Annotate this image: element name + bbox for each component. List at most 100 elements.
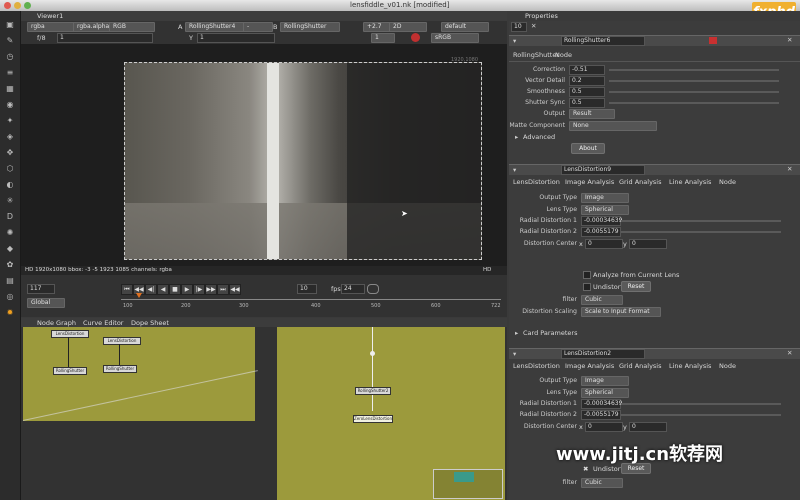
node-graph-minimap[interactable] bbox=[433, 469, 503, 499]
merge-tool-icon[interactable]: ◈ bbox=[4, 131, 16, 142]
close-panel-icon[interactable]: ✕ bbox=[787, 36, 792, 44]
channels-dropdown[interactable]: rgba bbox=[27, 22, 75, 32]
lock-icon[interactable]: ✕ bbox=[531, 22, 536, 30]
viewer-tab[interactable]: Viewer1 bbox=[37, 12, 63, 20]
tab-node-graph[interactable]: Node Graph bbox=[37, 319, 76, 327]
tab-lensdistortion[interactable]: LensDistortion bbox=[513, 362, 560, 370]
tab-lensdistortion[interactable]: LensDistortion bbox=[513, 178, 560, 186]
correction-field[interactable]: -0.51 bbox=[569, 65, 605, 75]
shutter-sync-field[interactable]: 0.5 bbox=[569, 98, 605, 108]
radial-distortion-1-slider[interactable] bbox=[621, 220, 781, 222]
views-tool-icon[interactable]: ◐ bbox=[4, 179, 16, 190]
fps-field[interactable]: 24 bbox=[341, 284, 365, 294]
particles-tool-icon[interactable]: ✺ bbox=[4, 227, 16, 238]
other-tool-icon[interactable]: ✿ bbox=[4, 259, 16, 270]
node-graph-area-right[interactable]: RollingShutter2 ZeroLensDistortion bbox=[277, 327, 505, 500]
tab-curve-editor[interactable]: Curve Editor bbox=[83, 319, 123, 327]
advanced-label[interactable]: Advanced bbox=[523, 133, 555, 141]
radial-distortion-1-field[interactable]: -0.00034639 bbox=[581, 399, 622, 409]
radial-distortion-1-slider[interactable] bbox=[621, 403, 781, 405]
filter-tool-icon[interactable]: ◉ bbox=[4, 99, 16, 110]
lensdistortion2-header[interactable]: ▾ LensDistortion2 ✕ bbox=[509, 348, 800, 359]
close-window-button[interactable] bbox=[4, 2, 11, 9]
furnace-tool-icon[interactable]: ▤ bbox=[4, 275, 16, 286]
timeline-ruler[interactable]: Global 100 200 300 400 500 600 722 bbox=[21, 293, 507, 309]
tab-grid-analysis[interactable]: Grid Analysis bbox=[619, 178, 662, 186]
matte-component-dropdown[interactable]: None bbox=[569, 121, 657, 131]
3d-tool-icon[interactable]: ⬡ bbox=[4, 163, 16, 174]
tab-node[interactable]: Node bbox=[719, 178, 736, 186]
proxy-dropdown[interactable]: 1 bbox=[371, 33, 395, 43]
node-graph-area-left[interactable]: LensDistortion LensDistortion RollingShu… bbox=[23, 327, 255, 421]
prev-frame-button[interactable]: ◀| bbox=[145, 284, 157, 295]
card-params-label[interactable]: Card Parameters bbox=[523, 329, 577, 337]
input-a-dropdown[interactable]: RollingShutter4 bbox=[185, 22, 245, 32]
tab-grid-analysis[interactable]: Grid Analysis bbox=[619, 362, 662, 370]
next-frame-button[interactable]: |▶ bbox=[193, 284, 205, 295]
node-lensdistortion-b[interactable]: LensDistortion bbox=[103, 337, 141, 345]
rollingshutter6-node-tab[interactable]: Node bbox=[555, 51, 572, 59]
colorspace-dropdown[interactable]: RGB bbox=[109, 22, 155, 32]
stop-button[interactable]: ■ bbox=[169, 284, 181, 295]
smoothness-slider[interactable] bbox=[609, 91, 779, 93]
node-rollingshutter2[interactable]: RollingShutter2 bbox=[355, 387, 391, 395]
smoothness-field[interactable]: 0.5 bbox=[569, 87, 605, 97]
toolsets-tool-icon[interactable]: ◆ bbox=[4, 243, 16, 254]
analyze-checkbox[interactable] bbox=[583, 271, 591, 279]
rollingshutter6-tab[interactable]: RollingShutter bbox=[513, 51, 559, 59]
play-forward-button[interactable]: ▶ bbox=[181, 284, 193, 295]
collapse-icon[interactable]: ▾ bbox=[513, 166, 516, 174]
collapse-icon[interactable]: ▾ bbox=[513, 350, 516, 358]
time-tool-icon[interactable]: ◷ bbox=[4, 51, 16, 62]
view-mode-dropdown[interactable]: 2D bbox=[389, 22, 427, 32]
rollingshutter6-name-field[interactable]: RollingShutter6 bbox=[561, 36, 645, 46]
image-tool-icon[interactable]: ▣ bbox=[4, 19, 16, 30]
step-field[interactable]: 10 bbox=[297, 284, 317, 294]
reset-button[interactable]: Reset bbox=[621, 281, 651, 292]
radial-distortion-2-slider[interactable] bbox=[621, 414, 781, 416]
next-keyframe-button[interactable]: ▶▶ bbox=[205, 284, 217, 295]
node-color-swatch[interactable] bbox=[709, 37, 717, 44]
channel-tool-icon[interactable]: ≡ bbox=[4, 67, 16, 78]
display-dropdown[interactable]: sRGB bbox=[431, 33, 479, 43]
filter-dropdown[interactable]: Cubic bbox=[581, 295, 623, 305]
draw-tool-icon[interactable]: ✎ bbox=[4, 35, 16, 46]
lensdistortion9-header[interactable]: ▾ LensDistortion9 ✕ bbox=[509, 164, 800, 175]
input-b-dropdown[interactable]: RollingShutter bbox=[280, 22, 340, 32]
undistort-check-icon[interactable]: ✖ bbox=[583, 465, 588, 473]
node-lensdistortion-a[interactable]: LensDistortion bbox=[51, 330, 89, 338]
playhead-marker[interactable] bbox=[136, 293, 142, 298]
fstop-field[interactable]: 1 bbox=[57, 33, 153, 43]
close-panel-icon[interactable]: ✕ bbox=[787, 165, 792, 173]
loop-icon[interactable] bbox=[367, 284, 379, 294]
tab-line-analysis[interactable]: Line Analysis bbox=[669, 362, 711, 370]
frame-field[interactable]: 117 bbox=[27, 284, 55, 294]
color-tool-icon[interactable]: ▦ bbox=[4, 83, 16, 94]
max-panels-field[interactable]: 10 bbox=[511, 22, 527, 32]
output-type-dropdown[interactable]: Image bbox=[581, 193, 629, 203]
skip-back-button[interactable]: ◀◀ bbox=[229, 284, 241, 295]
metadata-tool-icon[interactable]: ✳ bbox=[4, 195, 16, 206]
advanced-expand-icon[interactable]: ▸ bbox=[515, 133, 518, 141]
distortion-scaling-dropdown[interactable]: Scale to Input Format bbox=[581, 307, 661, 317]
filter-dropdown[interactable]: Cubic bbox=[581, 478, 623, 488]
radial-distortion-2-field[interactable]: -0.0055179 bbox=[581, 227, 621, 237]
lensdistortion2-name-field[interactable]: LensDistortion2 bbox=[561, 349, 645, 359]
keyer-tool-icon[interactable]: ✦ bbox=[4, 115, 16, 126]
radial-distortion-1-field[interactable]: -0.00034639 bbox=[581, 216, 622, 226]
node-rollingshutter-b[interactable]: RollingShutter bbox=[103, 365, 137, 373]
record-icon[interactable] bbox=[411, 33, 420, 42]
tab-node[interactable]: Node bbox=[719, 362, 736, 370]
distortion-center-x-field[interactable]: 0 bbox=[585, 239, 623, 249]
rollingshutter6-header[interactable]: ▾ RollingShutter6 ✕ bbox=[509, 35, 800, 46]
frame-y-field[interactable]: 1 bbox=[197, 33, 275, 43]
zoom-window-button[interactable] bbox=[24, 2, 31, 9]
viewer-canvas[interactable]: 1920,1080 ➤ bbox=[21, 44, 507, 266]
timeline-scope-dropdown[interactable]: Global bbox=[27, 298, 65, 308]
transform-tool-icon[interactable]: ✥ bbox=[4, 147, 16, 158]
distortion-center-y-field[interactable]: 0 bbox=[629, 239, 667, 249]
output-dropdown[interactable]: Result bbox=[569, 109, 615, 119]
tab-dope-sheet[interactable]: Dope Sheet bbox=[131, 319, 169, 327]
close-panel-icon[interactable]: ✕ bbox=[787, 349, 792, 357]
gain-dropdown[interactable]: +2.7 bbox=[363, 22, 391, 32]
